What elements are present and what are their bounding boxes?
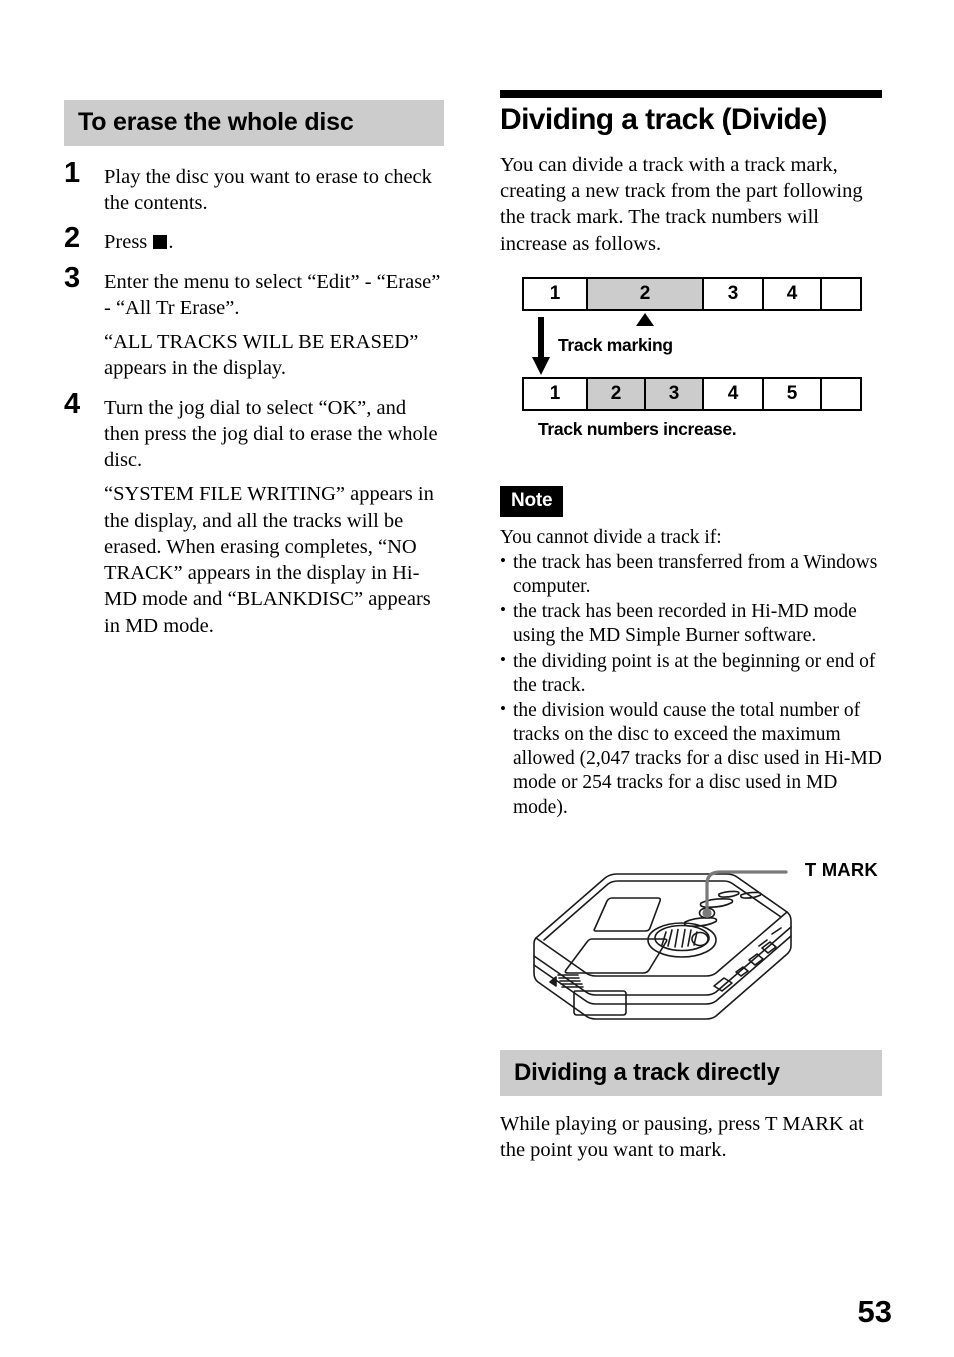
step-text: Enter the menu to select “Edit” - “Erase… <box>104 269 444 382</box>
left-column: To erase the whole disc 1 Play the disc … <box>64 100 444 652</box>
track-division-diagram: 1234 Track marking 12345 Track numbers i… <box>522 276 862 440</box>
track-cell-5: 5 <box>764 378 822 409</box>
note-badge: Note <box>500 485 564 517</box>
heading-rule <box>500 90 882 98</box>
note-item: the track has been transferred from a Wi… <box>500 550 882 599</box>
step-number: 4 <box>64 387 81 420</box>
right-column: Dividing a track (Divide) You can divide… <box>500 90 882 1163</box>
step-item: 4 Turn the jog dial to select “OK”, and … <box>64 389 444 639</box>
step-paragraph: Press . <box>104 229 444 255</box>
erase-steps-list: 1 Play the disc you want to erase to che… <box>64 159 444 639</box>
note-intro: You cannot divide a track if: <box>500 526 722 548</box>
step-item: 1 Play the disc you want to erase to che… <box>64 159 444 216</box>
track-cell-4: 4 <box>704 378 764 409</box>
step-paragraph-lead: Press <box>104 231 153 254</box>
track-cell-1: 1 <box>524 278 588 309</box>
md-recorder-illustration: T MARK <box>500 846 882 1022</box>
page-number: 53 <box>857 1294 892 1329</box>
note-item: the track has been recorded in Hi-MD mod… <box>500 599 882 648</box>
note-item-list: the track has been transferred from a Wi… <box>500 550 882 820</box>
step-text: Turn the jog dial to select “OK”, and th… <box>104 395 444 639</box>
track-row-before: 1234 <box>522 276 862 311</box>
step-item: 3 Enter the menu to select “Edit” - “Era… <box>64 263 444 382</box>
step-paragraph: Turn the jog dial to select “OK”, and th… <box>104 396 438 472</box>
step-item: 2 Press . <box>64 224 444 255</box>
note-item: the dividing point is at the beginning o… <box>500 649 882 698</box>
track-marking-label: Track marking <box>558 334 673 355</box>
track-mark-pointer-icon <box>636 312 654 326</box>
intro-paragraph: You can divide a track with a track mark… <box>500 153 863 255</box>
stop-button-icon <box>153 235 168 250</box>
step-text: Play the disc you want to erase to check… <box>104 164 444 216</box>
step-text: Press . <box>104 229 444 255</box>
step-paragraph-trail: . <box>168 231 174 254</box>
track-marking-zone: Track marking <box>522 311 862 377</box>
step-number: 2 <box>64 222 81 255</box>
down-arrow-icon <box>532 316 550 375</box>
track-cell-1: 1 <box>524 378 588 409</box>
document-page: To erase the whole disc 1 Play the disc … <box>0 0 954 1357</box>
step-paragraph: “SYSTEM FILE WRITING” appears in the dis… <box>104 483 434 637</box>
step-paragraph: Enter the menu to select “Edit” - “Erase… <box>104 270 441 319</box>
track-row-after: 12345 <box>522 376 862 411</box>
track-cell-empty <box>822 279 860 309</box>
step-paragraph: “ALL TRACKS WILL BE ERASED” appears in t… <box>104 331 419 380</box>
note-block: Note You cannot divide a track if: the t… <box>500 485 882 820</box>
bottom-section: Dividing a track directly While playing … <box>500 1049 882 1163</box>
t-mark-callout-label: T MARK <box>804 858 878 880</box>
track-cell-2: 2 <box>588 378 646 409</box>
step-number: 1 <box>64 157 81 189</box>
section-heading-erase-whole-disc: To erase the whole disc <box>64 100 444 146</box>
track-cell-4: 4 <box>764 278 822 309</box>
note-item: the division would cause the total numbe… <box>500 698 882 820</box>
bottom-paragraph: While playing or pausing, press T MARK a… <box>500 1112 864 1162</box>
step-number: 3 <box>64 261 81 294</box>
section-heading-dividing-directly: Dividing a track directly <box>500 1049 882 1096</box>
track-cell-3: 3 <box>704 278 764 309</box>
track-cell-2: 2 <box>588 278 704 309</box>
step-paragraph: Play the disc you want to erase to check… <box>104 166 432 215</box>
track-cell-empty <box>822 379 860 409</box>
track-numbers-increase-label: Track numbers increase. <box>538 418 737 439</box>
page-title: Dividing a track (Divide) <box>500 103 827 136</box>
track-cell-3: 3 <box>646 378 704 409</box>
